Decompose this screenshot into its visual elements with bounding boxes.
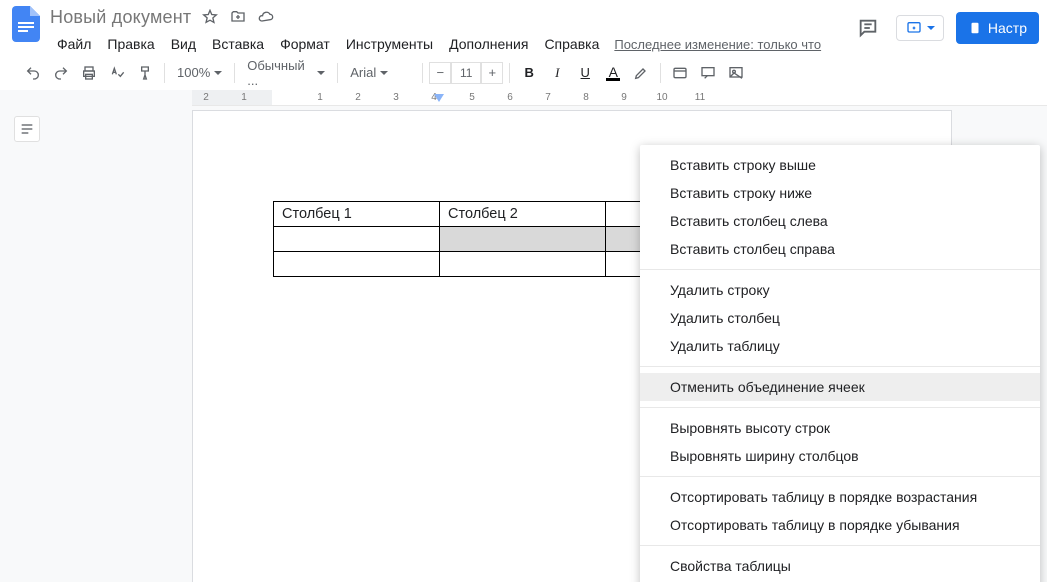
context-menu-label: Удалить таблицу <box>670 338 780 354</box>
star-icon[interactable] <box>201 8 219 26</box>
bold-button[interactable]: B <box>516 60 542 86</box>
share-button[interactable]: Настр <box>956 12 1039 44</box>
font-size-decrease[interactable]: − <box>429 62 451 84</box>
menu-edit[interactable]: Правка <box>100 32 161 56</box>
context-menu-item[interactable]: Отменить объединение ячеек <box>640 373 1040 401</box>
undo-icon[interactable] <box>20 60 46 86</box>
underline-button[interactable]: U <box>572 60 598 86</box>
move-icon[interactable] <box>229 8 247 26</box>
outline-toggle-icon[interactable] <box>14 116 40 142</box>
docs-logo[interactable] <box>8 6 44 42</box>
context-menu-label: Свойства таблицы <box>670 558 791 574</box>
context-menu-label: Выровнять ширину столбцов <box>670 448 859 464</box>
redo-icon[interactable] <box>48 60 74 86</box>
share-label: Настр <box>988 20 1027 36</box>
context-menu-item[interactable]: Удалить таблицу <box>640 332 1040 360</box>
context-menu-label: Вставить строку выше <box>670 157 816 173</box>
insert-image-icon[interactable] <box>723 60 749 86</box>
table-cell[interactable] <box>274 252 440 277</box>
context-menu-label: Вставить строку ниже <box>670 185 812 201</box>
context-menu-item[interactable]: Вставить строку ниже <box>640 179 1040 207</box>
context-menu-label: Выровнять высоту строк <box>670 420 830 436</box>
context-menu-label: Вставить столбец слева <box>670 213 828 229</box>
context-menu-item[interactable]: Выровнять высоту строк <box>640 414 1040 442</box>
context-menu-item[interactable]: Удалить строку <box>640 276 1040 304</box>
context-menu-label: Удалить строку <box>670 282 770 298</box>
zoom-dropdown[interactable]: 100% <box>171 60 228 86</box>
highlight-button[interactable] <box>628 60 654 86</box>
menu-help[interactable]: Справка <box>537 32 606 56</box>
menu-addons[interactable]: Дополнения <box>442 32 535 56</box>
context-menu-item[interactable]: Отсортировать таблицу в порядке возраста… <box>640 483 1040 511</box>
table-cell[interactable]: Столбец 1 <box>274 202 440 227</box>
menu-separator <box>640 269 1040 270</box>
menu-tools[interactable]: Инструменты <box>339 32 440 56</box>
menu-view[interactable]: Вид <box>164 32 203 56</box>
table-cell[interactable] <box>440 252 606 277</box>
context-menu-item[interactable]: Свойства таблицы <box>640 552 1040 580</box>
menu-insert[interactable]: Вставка <box>205 32 271 56</box>
menu-separator <box>640 366 1040 367</box>
text-color-button[interactable]: A <box>600 60 626 86</box>
cloud-status-icon[interactable] <box>257 8 275 26</box>
context-menu-item[interactable]: Вставить столбец справа <box>640 235 1040 263</box>
context-menu-item[interactable]: Вставить строку выше <box>640 151 1040 179</box>
toolbar: 100% Обычный ... Arial − 11 + B I U A <box>0 56 1047 92</box>
menu-file[interactable]: Файл <box>50 32 98 56</box>
context-menu-label: Отсортировать таблицу в порядке возраста… <box>670 489 977 505</box>
menu-separator <box>640 545 1040 546</box>
context-menu-label: Удалить столбец <box>670 310 780 326</box>
context-menu-item[interactable]: Вставить столбец слева <box>640 207 1040 235</box>
table-cell-selected[interactable] <box>440 227 606 252</box>
context-menu-label: Вставить столбец справа <box>670 241 835 257</box>
font-size-input[interactable]: 11 <box>451 62 481 84</box>
context-menu-item[interactable]: Удалить столбец <box>640 304 1040 332</box>
table-cell[interactable]: Столбец 2 <box>440 202 606 227</box>
table-cell[interactable] <box>274 227 440 252</box>
font-value: Arial <box>350 65 376 80</box>
style-value: Обычный ... <box>247 58 313 88</box>
table-context-menu: Вставить строку выше Вставить строку ниже… <box>640 145 1040 582</box>
doc-title[interactable]: Новый документ <box>50 7 191 28</box>
menu-separator <box>640 476 1040 477</box>
font-dropdown[interactable]: Arial <box>344 60 416 86</box>
present-button[interactable] <box>896 15 944 41</box>
menu-format[interactable]: Формат <box>273 32 337 56</box>
menu-separator <box>640 407 1040 408</box>
paragraph-style-dropdown[interactable]: Обычный ... <box>241 60 331 86</box>
horizontal-ruler[interactable]: 211234567891011 <box>192 90 1047 106</box>
insert-link-icon[interactable] <box>667 60 693 86</box>
italic-button[interactable]: I <box>544 60 570 86</box>
spellcheck-icon[interactable] <box>104 60 130 86</box>
insert-comment-icon[interactable] <box>695 60 721 86</box>
context-menu-label: Отменить объединение ячеек <box>670 379 865 395</box>
context-menu-item[interactable]: Выровнять ширину столбцов <box>640 442 1040 470</box>
zoom-value: 100% <box>177 65 210 80</box>
last-edit-link[interactable]: Последнее изменение: только что <box>614 37 821 52</box>
font-size-increase[interactable]: + <box>481 62 503 84</box>
print-icon[interactable] <box>76 60 102 86</box>
paint-format-icon[interactable] <box>132 60 158 86</box>
context-menu-label: Отсортировать таблицу в порядке убывания <box>670 517 960 533</box>
context-menu-item[interactable]: Отсортировать таблицу в порядке убывания <box>640 511 1040 539</box>
menubar: Файл Правка Вид Вставка Формат Инструмен… <box>50 32 852 56</box>
comments-icon[interactable] <box>852 12 884 44</box>
